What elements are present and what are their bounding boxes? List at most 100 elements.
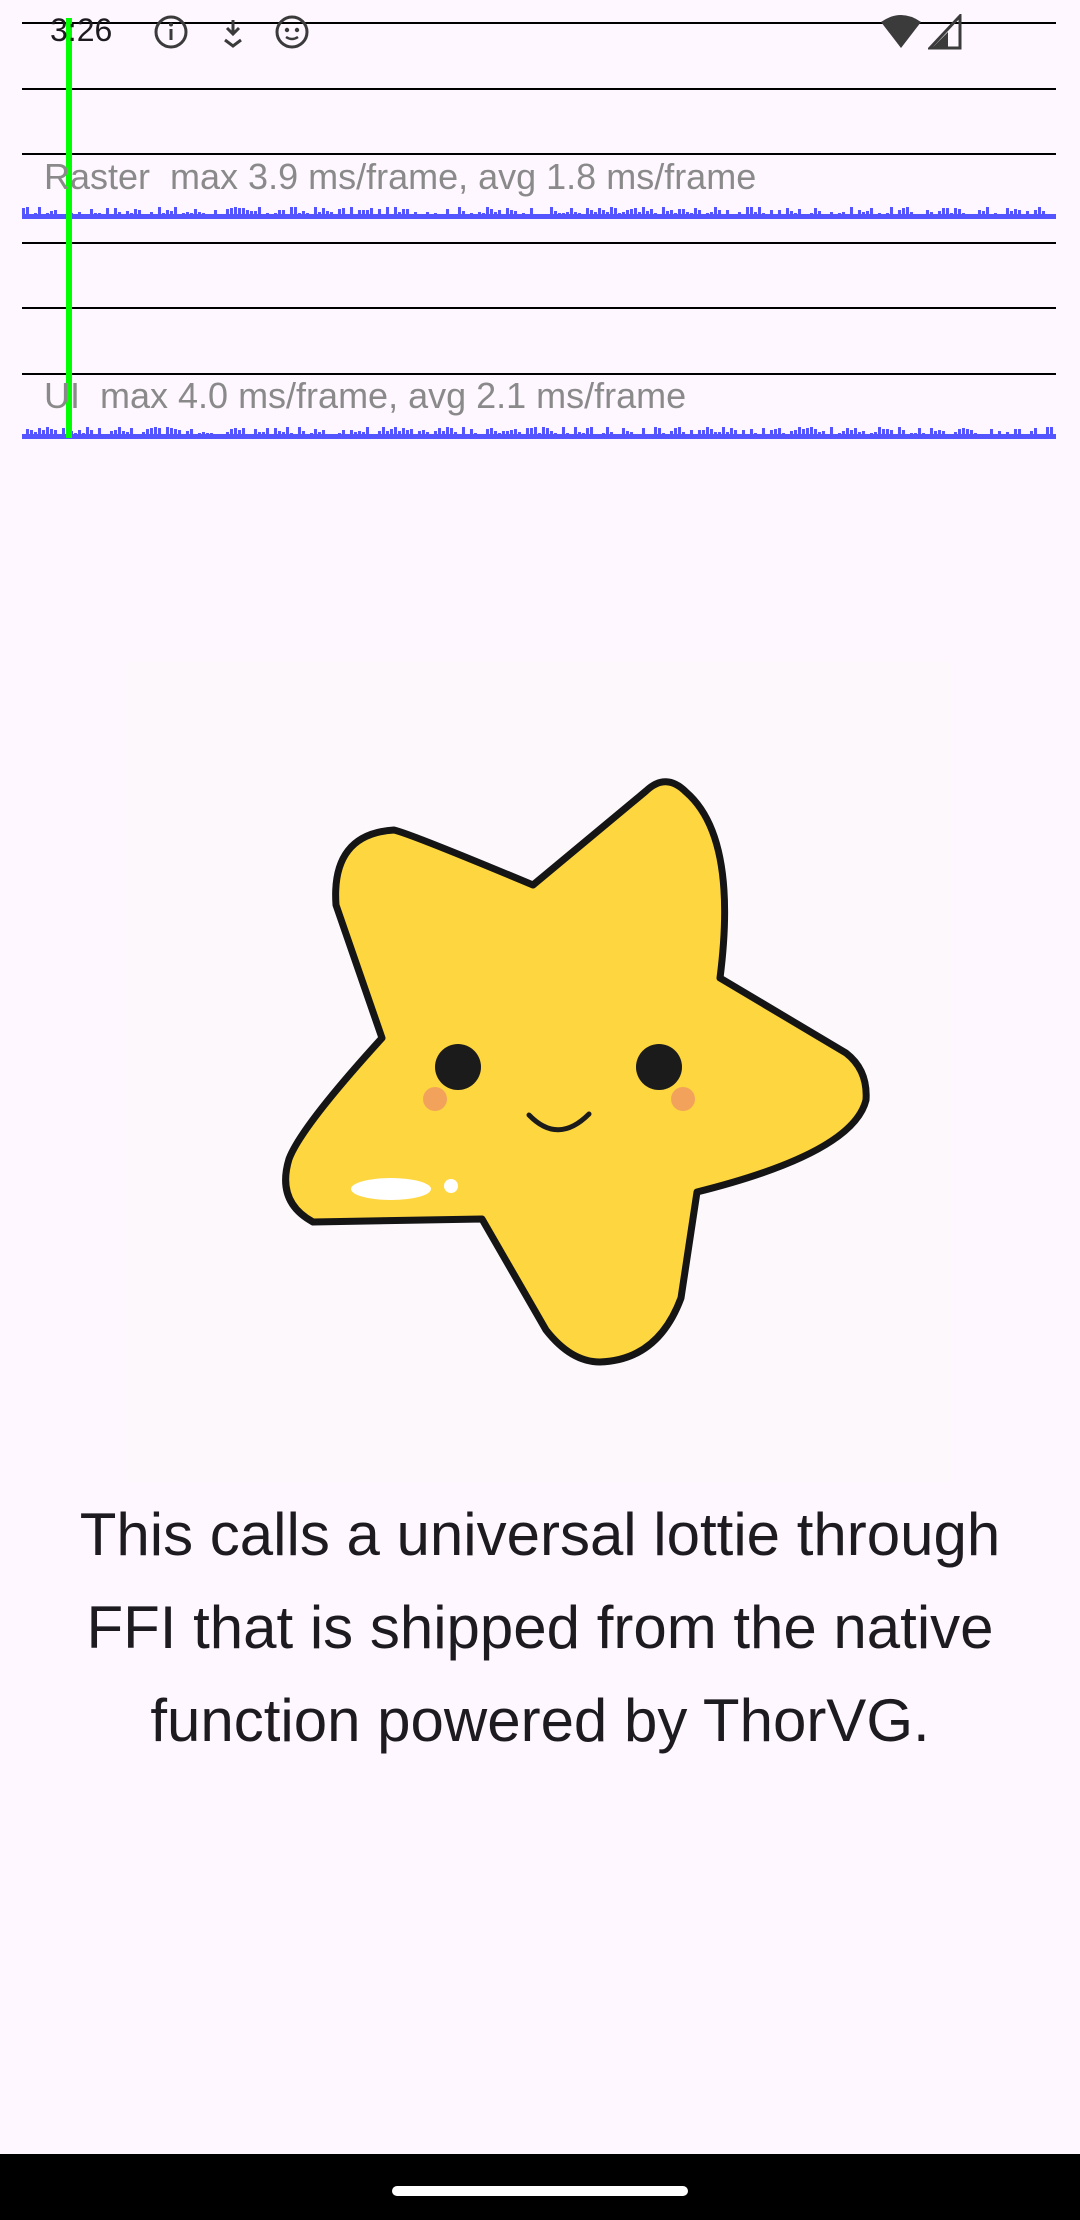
frame-bar bbox=[550, 207, 553, 219]
frame-bar bbox=[910, 433, 913, 439]
frame-bar bbox=[174, 207, 177, 219]
frame-bar bbox=[910, 212, 913, 219]
info-icon bbox=[154, 15, 188, 49]
frame-bar bbox=[250, 435, 253, 439]
frame-bar bbox=[1026, 211, 1029, 219]
frame-bar bbox=[558, 435, 561, 439]
frame-bar bbox=[858, 432, 861, 439]
frame-bar bbox=[802, 429, 805, 439]
frame-bar bbox=[526, 428, 529, 439]
frame-bar bbox=[298, 213, 301, 219]
frame-bar bbox=[90, 209, 93, 219]
frame-bar bbox=[694, 435, 697, 439]
frame-bar bbox=[226, 432, 229, 439]
frame-bar bbox=[470, 213, 473, 219]
frame-bar bbox=[902, 208, 905, 219]
frame-bar bbox=[710, 212, 713, 219]
frame-bar bbox=[342, 430, 345, 439]
frame-bar bbox=[702, 430, 705, 439]
frame-bar bbox=[914, 433, 917, 439]
frame-bar bbox=[726, 432, 729, 439]
frame-bar bbox=[826, 215, 829, 219]
frame-bar bbox=[214, 435, 217, 439]
frame-bar bbox=[62, 428, 65, 439]
frame-bar bbox=[786, 208, 789, 219]
frame-bar bbox=[826, 435, 829, 439]
frame-bar bbox=[666, 211, 669, 219]
frame-bar bbox=[702, 216, 705, 219]
frame-bar bbox=[54, 210, 57, 219]
frame-bar bbox=[870, 208, 873, 219]
frame-bar bbox=[194, 434, 197, 439]
frame-bar bbox=[302, 211, 305, 219]
frame-bar bbox=[654, 427, 657, 439]
frame-bar bbox=[1006, 432, 1009, 439]
frame-bar bbox=[78, 212, 81, 219]
frame-bar bbox=[822, 431, 825, 439]
frame-bar bbox=[718, 210, 721, 219]
frame-bar bbox=[810, 213, 813, 219]
frame-bar bbox=[118, 212, 121, 219]
frame-bar bbox=[874, 432, 877, 439]
frame-bar bbox=[906, 207, 909, 219]
frame-bar bbox=[398, 431, 401, 439]
home-handle[interactable] bbox=[392, 2186, 688, 2196]
frame-bar bbox=[222, 436, 225, 439]
frame-bar bbox=[282, 432, 285, 439]
frame-bar bbox=[598, 434, 601, 439]
frame-bar bbox=[450, 428, 453, 439]
frame-bar bbox=[554, 211, 557, 219]
frame-bar bbox=[378, 431, 381, 439]
frame-bar bbox=[102, 216, 105, 219]
frame-bar bbox=[714, 207, 717, 219]
frame-bar bbox=[258, 432, 261, 439]
frame-bar bbox=[342, 208, 345, 219]
frame-bar bbox=[218, 216, 221, 219]
frame-bar bbox=[374, 215, 377, 219]
frame-bar bbox=[958, 209, 961, 219]
frame-bar bbox=[558, 213, 561, 219]
frame-bar bbox=[882, 429, 885, 439]
frame-bar bbox=[26, 429, 29, 439]
frame-bar bbox=[646, 211, 649, 219]
frame-bar bbox=[970, 430, 973, 439]
frame-bar bbox=[658, 216, 661, 219]
frame-bar bbox=[310, 433, 313, 439]
frame-bar bbox=[450, 216, 453, 219]
frame-bar bbox=[634, 436, 637, 439]
frame-bar bbox=[118, 427, 121, 439]
frame-bar bbox=[74, 215, 77, 219]
frame-bar bbox=[358, 431, 361, 439]
frame-bar bbox=[538, 433, 541, 439]
frame-bar bbox=[542, 215, 545, 219]
frame-bar bbox=[110, 431, 113, 439]
frame-bar bbox=[866, 211, 869, 219]
frame-bar bbox=[106, 435, 109, 439]
frame-bar bbox=[942, 208, 945, 219]
frame-bar bbox=[42, 430, 45, 439]
frame-bar bbox=[506, 208, 509, 219]
frame-bar bbox=[154, 216, 157, 219]
frame-bar bbox=[610, 432, 613, 439]
frame-bar bbox=[730, 215, 733, 219]
frame-bar bbox=[594, 435, 597, 439]
frame-bar bbox=[674, 213, 677, 219]
frame-bar bbox=[946, 435, 949, 439]
frame-bar bbox=[366, 210, 369, 219]
frame-bar bbox=[598, 208, 601, 219]
frame-bar bbox=[238, 208, 241, 219]
frame-bar bbox=[466, 435, 469, 439]
frame-bar bbox=[74, 433, 77, 439]
frame-bar bbox=[938, 430, 941, 439]
frame-bar bbox=[682, 209, 685, 219]
frame-bar bbox=[958, 429, 961, 439]
frame-bar bbox=[306, 213, 309, 219]
frame-bar bbox=[1018, 210, 1021, 219]
frame-bar bbox=[1022, 436, 1025, 439]
frame-bar bbox=[674, 428, 677, 439]
frame-bar bbox=[610, 207, 613, 219]
frame-bar bbox=[570, 208, 573, 219]
frame-bar bbox=[502, 431, 505, 439]
frame-bar bbox=[766, 215, 769, 219]
frame-bar bbox=[566, 433, 569, 439]
